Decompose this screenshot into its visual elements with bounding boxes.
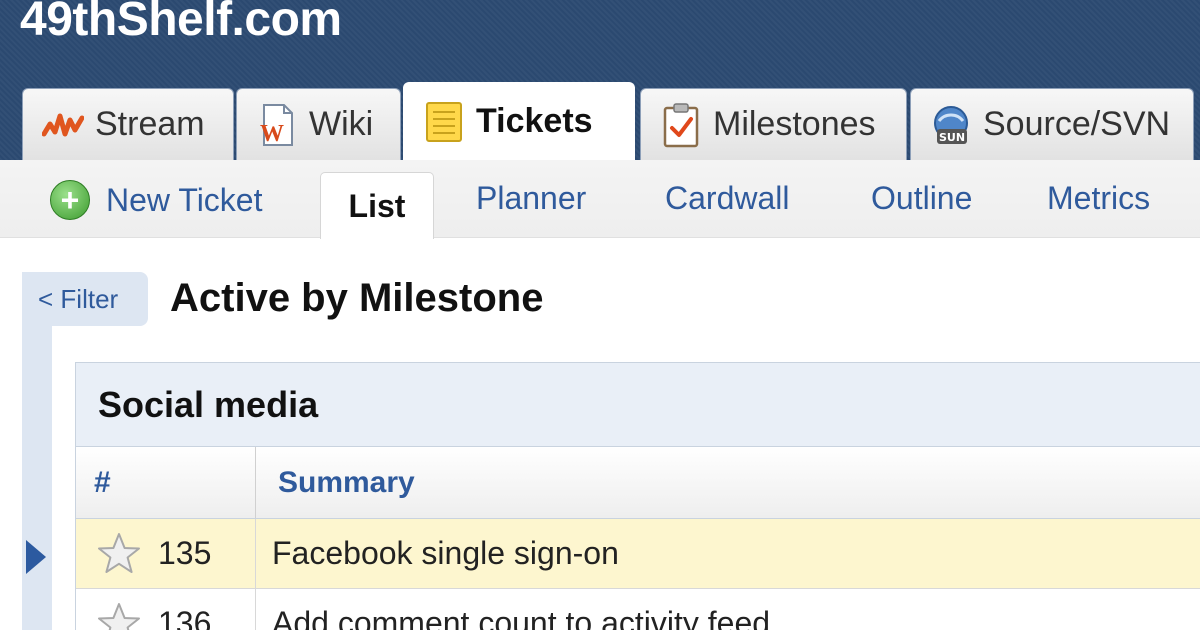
ticket-summary[interactable]: Add comment count to activity feed	[256, 589, 1200, 630]
tab-tickets[interactable]: Tickets	[403, 82, 635, 160]
tickets-subnav: + New Ticket List Planner Cardwall Outli…	[0, 160, 1200, 239]
ticket-summary[interactable]: Facebook single sign-on	[256, 519, 1200, 588]
site-title[interactable]: 49thShelf.com	[20, 0, 342, 47]
plus-circle-icon: +	[50, 180, 90, 220]
page-title: Active by Milestone	[170, 276, 544, 320]
star-icon[interactable]	[96, 601, 142, 630]
milestones-clipboard-check-icon	[659, 102, 703, 147]
milestone-group-title: Social media	[76, 363, 1200, 447]
wiki-document-icon: W	[255, 103, 299, 147]
tab-stream[interactable]: Stream	[22, 88, 234, 160]
tickets-notepad-icon	[422, 100, 466, 144]
svg-text:W: W	[260, 121, 284, 147]
tab-tickets-label: Tickets	[476, 102, 593, 140]
table-header: # Summary	[76, 447, 1200, 519]
tab-source-svn[interactable]: SUN Source/SVN	[910, 88, 1194, 160]
tab-wiki-label: Wiki	[309, 105, 374, 143]
tab-stream-label: Stream	[95, 105, 205, 143]
ticket-number-cell: 136	[76, 589, 256, 630]
subnav-tab-list[interactable]: List	[320, 172, 434, 239]
tab-milestones-label: Milestones	[713, 105, 876, 143]
tab-milestones[interactable]: Milestones	[640, 88, 907, 160]
column-header-summary[interactable]: Summary	[256, 447, 1200, 518]
new-ticket-link[interactable]: + New Ticket	[50, 180, 262, 220]
column-header-number[interactable]: #	[76, 447, 256, 518]
subnav-tab-cardwall[interactable]: Cardwall	[665, 180, 789, 217]
new-ticket-label: New Ticket	[106, 181, 263, 218]
selected-row-pointer-icon	[26, 540, 46, 574]
filter-toggle-button[interactable]: < Filter	[22, 272, 148, 326]
stream-icon	[41, 103, 85, 147]
star-icon[interactable]	[96, 531, 142, 577]
source-svn-icon: SUN	[929, 103, 973, 147]
site-header: 49thShelf.com Stream W Wiki Tickets Mile…	[0, 0, 1200, 160]
ticket-number-cell: 135	[76, 519, 256, 588]
table-row[interactable]: 136 Add comment count to activity feed	[76, 589, 1200, 630]
milestone-group: Social media # Summary 135 Facebook sing…	[75, 362, 1200, 630]
tab-source-svn-label: Source/SVN	[983, 105, 1171, 143]
ticket-number: 135	[158, 535, 212, 571]
ticket-number: 136	[158, 605, 212, 630]
table-row[interactable]: 135 Facebook single sign-on	[76, 519, 1200, 589]
svg-text:SUN: SUN	[939, 131, 965, 144]
subnav-tab-metrics[interactable]: Metrics	[1047, 180, 1150, 217]
main-tab-bar: Stream W Wiki Tickets Milestones SUN Sou…	[0, 82, 1200, 160]
tab-wiki[interactable]: W Wiki	[236, 88, 401, 160]
subnav-tab-outline[interactable]: Outline	[871, 180, 972, 217]
subnav-tab-planner[interactable]: Planner	[476, 180, 586, 217]
